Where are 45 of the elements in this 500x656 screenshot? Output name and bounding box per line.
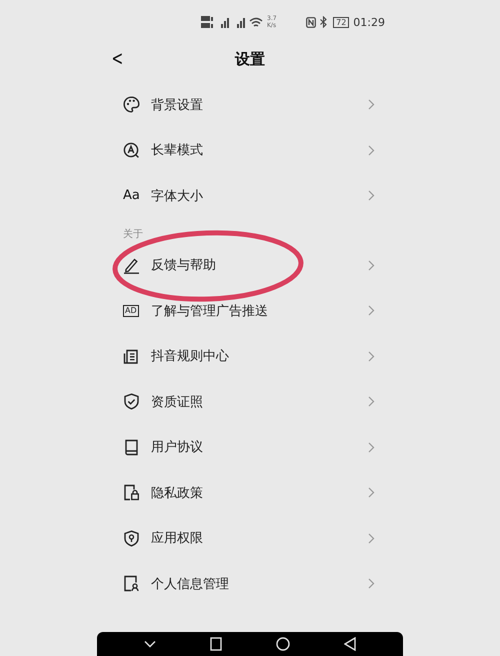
chevron-right-icon [368, 578, 375, 590]
chevron-right-icon [368, 99, 375, 110]
document-person-icon [123, 575, 140, 592]
palette-icon [123, 96, 140, 114]
menu-item-label[interactable]: 用户协议 [151, 438, 368, 456]
pen-icon [123, 256, 140, 274]
sim-signal-icon [201, 15, 263, 29]
document-lock-icon [123, 484, 140, 502]
menu-item-label[interactable]: 资质证照 [151, 392, 368, 411]
chevron-right-icon [368, 144, 375, 156]
menu-item-label[interactable]: 个人信息管理 [151, 574, 368, 593]
ad-icon: AD [123, 304, 139, 317]
page-title: 设置 [235, 50, 265, 68]
nfc-icon [306, 16, 316, 28]
back-button[interactable]: < [112, 44, 124, 72]
chevron-right-icon [368, 442, 375, 453]
chevron-right-icon [368, 260, 375, 271]
chevron-down-icon[interactable] [144, 640, 156, 648]
book-icon [123, 438, 140, 456]
shield-check-icon [123, 393, 140, 410]
chevron-right-icon [368, 350, 375, 362]
document-icon [123, 348, 140, 365]
menu-item-label[interactable]: 抖音规则中心 [151, 347, 368, 366]
menu-item-label[interactable]: 反馈与帮助 [151, 256, 368, 274]
chevron-right-icon [368, 532, 375, 544]
menu-item-label[interactable]: 长辈模式 [151, 141, 368, 160]
font-size-icon: Aa [123, 188, 140, 204]
status-time: 01:29 [353, 16, 385, 28]
chevron-right-icon [368, 396, 375, 408]
menu-item-label[interactable]: 背景设置 [151, 96, 368, 114]
chevron-right-icon [368, 487, 375, 498]
home-button[interactable] [276, 637, 290, 651]
recent-apps-button[interactable] [210, 637, 222, 651]
chevron-right-icon [368, 305, 375, 316]
shield-key-icon [123, 530, 140, 547]
chevron-right-icon [368, 190, 375, 202]
battery-indicator: 72 [333, 16, 350, 28]
circled-letter-icon [123, 142, 140, 159]
menu-item-label[interactable]: 隐私政策 [151, 484, 368, 502]
menu-item-label[interactable]: 了解与管理广告推送 [151, 302, 368, 320]
bluetooth-icon [320, 16, 328, 28]
section-heading: 关于 [122, 228, 144, 242]
menu-item-label[interactable]: 应用权限 [151, 529, 368, 548]
menu-item-label[interactable]: 字体大小 [151, 186, 368, 205]
back-nav-button[interactable] [344, 637, 356, 651]
